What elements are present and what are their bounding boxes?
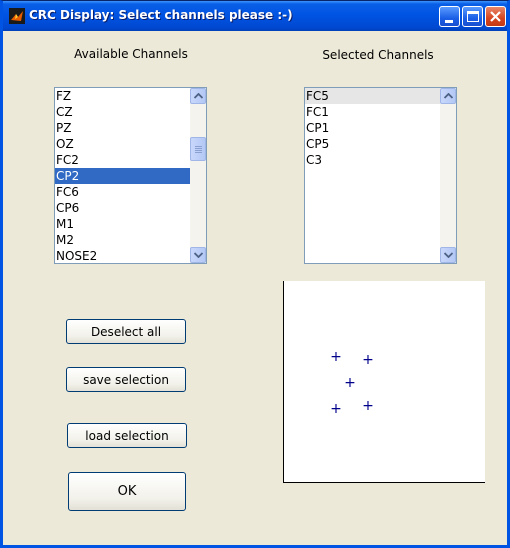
list-item[interactable]: CP6 [55, 200, 190, 216]
channel-marker: + [330, 401, 342, 417]
ok-button[interactable]: OK [68, 472, 186, 511]
selected-channels-list[interactable]: FC5 FC1 CP1 CP5 C3 [304, 87, 457, 264]
list-item[interactable]: FC5 [305, 88, 440, 104]
list-item[interactable]: FC6 [55, 184, 190, 200]
scroll-down-button[interactable] [440, 247, 456, 263]
available-channels-label: Available Channels [74, 47, 188, 61]
list-item[interactable]: M2 [55, 232, 190, 248]
list-item[interactable]: FC1 [305, 104, 440, 120]
list-item[interactable]: FZ [55, 88, 190, 104]
channel-marker: + [330, 349, 342, 365]
minimize-button[interactable] [439, 6, 460, 27]
channel-position-svg: + +++ + [330, 349, 374, 417]
channel-marker: + [344, 375, 356, 391]
maximize-icon [467, 11, 479, 22]
available-channels-list[interactable]: FZ CZ PZ OZ FC2 CP2 FC6 CP6 M1 M2 NOSE2 [54, 87, 207, 264]
channel-marker: + [362, 398, 374, 414]
available-channels-items: FZ CZ PZ OZ FC2 CP2 FC6 CP6 M1 M2 NOSE2 [55, 88, 190, 263]
list-item[interactable]: C3 [305, 152, 440, 168]
scroll-up-button[interactable] [440, 88, 456, 104]
maximize-button[interactable] [462, 6, 483, 27]
list-item[interactable]: CP1 [305, 120, 440, 136]
available-channels-scrollbar[interactable] [190, 88, 206, 263]
minimize-icon [445, 20, 453, 23]
close-icon [490, 11, 501, 22]
list-item[interactable]: PZ [55, 120, 190, 136]
matlab-logo-icon [9, 8, 25, 24]
channel-position-plot: + + + + + [283, 281, 485, 483]
list-item[interactable]: CP5 [305, 136, 440, 152]
list-item[interactable]: OZ [55, 136, 190, 152]
list-item[interactable]: M1 [55, 216, 190, 232]
close-button[interactable] [485, 6, 506, 27]
list-item[interactable]: NOSE2 [55, 248, 190, 263]
channel-marker: + [362, 352, 374, 368]
chevron-down-icon [444, 252, 453, 258]
list-item[interactable]: CZ [55, 104, 190, 120]
scroll-up-button[interactable] [190, 88, 206, 104]
title-bar[interactable]: CRC Display: Select channels please :-) [3, 1, 507, 31]
list-item[interactable]: FC2 [55, 152, 190, 168]
scroll-down-button[interactable] [190, 247, 206, 263]
scroll-thumb[interactable] [190, 137, 206, 161]
selected-channels-scrollbar[interactable] [440, 88, 456, 263]
window-title: CRC Display: Select channels please :-) [29, 8, 293, 22]
save-selection-button[interactable]: save selection [66, 367, 186, 392]
load-selection-button[interactable]: load selection [67, 423, 187, 448]
chevron-up-icon [444, 93, 453, 99]
list-item[interactable]: CP2 [55, 168, 190, 184]
selected-channels-items: FC5 FC1 CP1 CP5 C3 [305, 88, 440, 263]
selected-channels-label: Selected Channels [322, 48, 434, 62]
chevron-up-icon [194, 93, 203, 99]
deselect-all-button[interactable]: Deselect all [66, 319, 186, 344]
chevron-down-icon [194, 252, 203, 258]
app-window: CRC Display: Select channels please :-) … [0, 0, 510, 548]
